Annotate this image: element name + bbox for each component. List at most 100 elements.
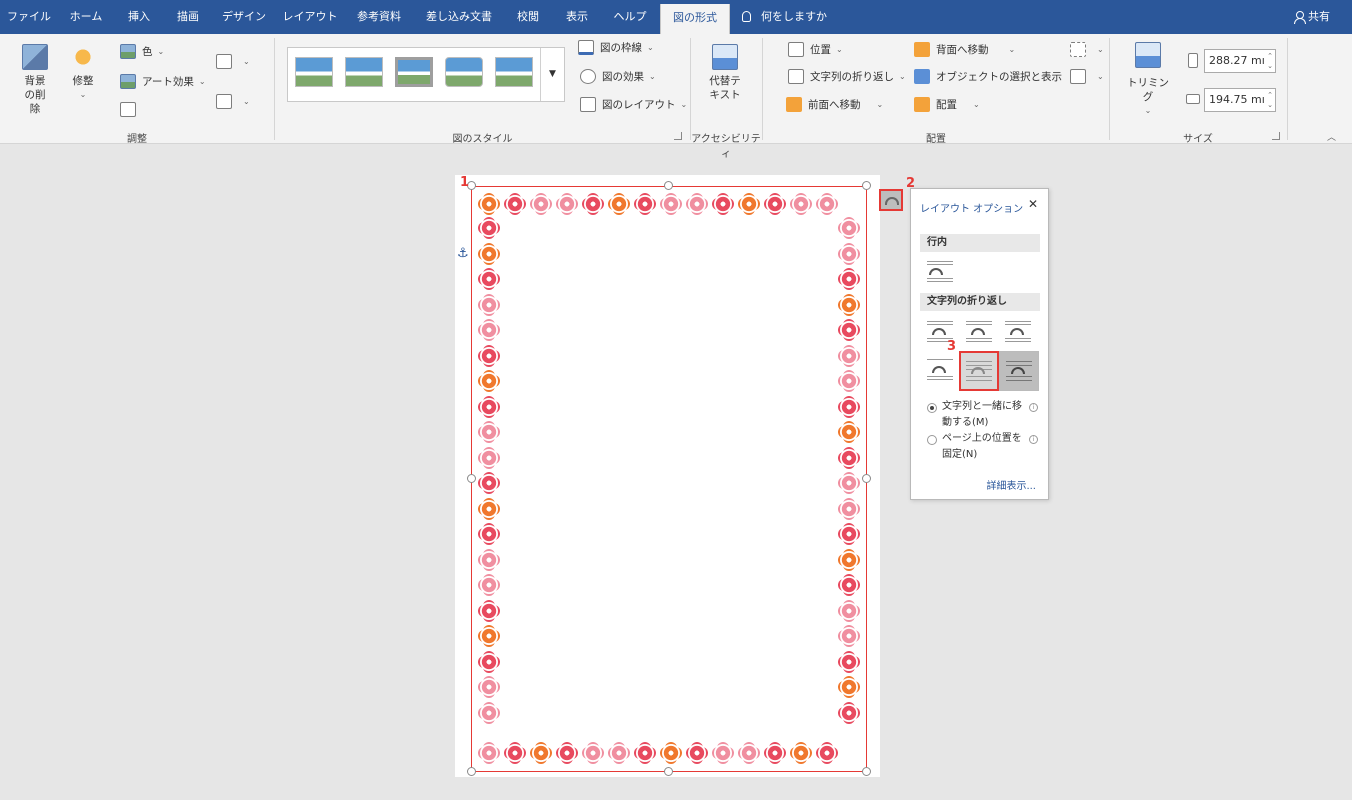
behind-text-icon xyxy=(966,358,992,384)
top-bottom-wrap-icon[interactable] xyxy=(927,357,953,383)
align-button[interactable]: 配置 ⌄ xyxy=(914,97,980,112)
crop-icon xyxy=(1135,42,1161,68)
inline-section-header: 行内 xyxy=(920,234,1040,252)
selected-picture-frame[interactable] xyxy=(471,186,867,772)
tab-design[interactable]: デザイン xyxy=(216,0,272,34)
style-thumb-2[interactable] xyxy=(345,57,383,87)
rotate-button[interactable]: ⌄ xyxy=(1070,69,1104,84)
sun-icon xyxy=(70,44,96,70)
move-with-text-radio[interactable] xyxy=(927,403,937,413)
through-wrap-icon[interactable] xyxy=(1005,319,1031,345)
person-icon xyxy=(1294,11,1306,24)
group-separator xyxy=(1287,38,1288,140)
step-number-1: 1 xyxy=(460,175,470,190)
tab-draw[interactable]: 描画 xyxy=(166,0,210,34)
height-spinner[interactable]: ⌃ ⌄ xyxy=(1267,51,1273,71)
resize-handle-bottom[interactable] xyxy=(664,767,673,776)
style-thumb-1[interactable] xyxy=(295,57,333,87)
tab-help[interactable]: ヘルプ xyxy=(606,0,654,34)
tab-references[interactable]: 参考資料 xyxy=(348,0,410,34)
tab-home[interactable]: ホーム xyxy=(60,0,112,34)
style-thumb-5[interactable] xyxy=(495,57,533,87)
selection-pane-icon xyxy=(914,69,930,84)
picture-styles-launcher-icon[interactable] xyxy=(674,132,682,140)
align-icon xyxy=(914,97,930,112)
reset-picture-button[interactable]: ⌄ xyxy=(216,94,250,109)
wrap-section-header: 文字列の折り返し xyxy=(920,293,1040,311)
close-icon[interactable]: ✕ xyxy=(1028,197,1038,211)
remove-background-button[interactable]: 背景の削除 xyxy=(14,44,56,116)
picture-color-icon xyxy=(120,44,136,59)
ribbon-tab-bar: ファイル ホーム 挿入 描画 デザイン レイアウト 参考資料 差し込み文書 校閲… xyxy=(0,0,1352,34)
style-thumb-4[interactable] xyxy=(445,57,483,87)
lightbulb-icon xyxy=(742,11,751,22)
compress-pictures-button[interactable]: ⌄ xyxy=(216,54,250,69)
see-more-link[interactable]: 詳細表示... xyxy=(986,477,1036,492)
info-icon[interactable]: i xyxy=(1029,435,1038,444)
position-button[interactable]: 位置 ⌄ xyxy=(788,42,843,57)
crop-button[interactable]: トリミング ⌄ xyxy=(1122,42,1174,118)
group-label-picture-styles: 図のスタイル xyxy=(452,134,513,145)
anchor-icon: ⚓ xyxy=(457,246,469,261)
fix-position-radio[interactable] xyxy=(927,435,937,445)
resize-handle-top-right[interactable] xyxy=(862,181,871,190)
tight-wrap-icon[interactable] xyxy=(966,319,992,345)
resize-handle-right[interactable] xyxy=(862,474,871,483)
layout-options-button[interactable] xyxy=(879,189,903,211)
picture-effects-button[interactable]: 図の効果 ⌄ xyxy=(580,69,656,84)
tell-me-search[interactable]: 何をしますか xyxy=(742,0,827,34)
resize-handle-left[interactable] xyxy=(467,474,476,483)
picture-effects-icon xyxy=(580,69,596,84)
tab-insert[interactable]: 挿入 xyxy=(118,0,160,34)
artistic-effects-button[interactable]: アート効果 ⌄ xyxy=(120,74,206,89)
group-separator xyxy=(274,38,275,140)
reset-picture-icon xyxy=(216,94,232,109)
transparency-icon xyxy=(120,102,136,117)
style-thumb-3[interactable] xyxy=(395,57,433,87)
tab-view[interactable]: 表示 xyxy=(554,0,600,34)
tab-picture-format[interactable]: 図の形式 xyxy=(660,4,730,34)
alt-text-icon xyxy=(712,44,738,70)
group-label-adjust: 調整 xyxy=(127,134,147,145)
send-backward-icon xyxy=(914,42,930,57)
transparency-button[interactable] xyxy=(120,102,142,117)
in-front-of-text-wrap-option[interactable] xyxy=(999,351,1039,391)
resize-handle-bottom-left[interactable] xyxy=(467,767,476,776)
resize-handle-top[interactable] xyxy=(664,181,673,190)
group-label-accessibility: アクセシビリティ xyxy=(691,134,761,160)
send-backward-button[interactable]: 背面へ移動 ⌄ xyxy=(914,42,1015,57)
bring-forward-icon xyxy=(786,97,802,112)
share-button[interactable]: 共有 xyxy=(1294,0,1330,34)
wrap-text-button[interactable]: 文字列の折り返し ⌄ xyxy=(788,69,906,84)
tab-layout[interactable]: レイアウト xyxy=(278,0,342,34)
fix-position-label: ページ上の位置を固定(N) xyxy=(942,433,1022,460)
tab-mailings[interactable]: 差し込み文書 xyxy=(416,0,502,34)
group-button[interactable]: ⌄ xyxy=(1070,42,1104,57)
info-icon[interactable]: i xyxy=(1029,403,1038,412)
move-with-text-label: 文字列と一緒に移動する(M) xyxy=(942,401,1022,428)
size-launcher-icon[interactable] xyxy=(1272,132,1280,140)
tab-review[interactable]: 校閲 xyxy=(508,0,548,34)
rotate-icon xyxy=(1070,69,1086,84)
position-icon xyxy=(788,42,804,57)
picture-layout-button[interactable]: 図のレイアウト ⌄ xyxy=(580,97,687,112)
width-input[interactable]: 194.75 mı ⌃ ⌄ xyxy=(1204,88,1276,112)
height-input[interactable]: 288.27 mı ⌃ ⌄ xyxy=(1204,49,1276,73)
resize-handle-bottom-right[interactable] xyxy=(862,767,871,776)
width-spinner[interactable]: ⌃ ⌄ xyxy=(1267,90,1273,110)
layout-options-panel: レイアウト オプション ✕ 行内 文字列の折り返し 3 文字列と一緒に移動する(… xyxy=(910,188,1049,500)
group-separator xyxy=(1109,38,1110,140)
color-button[interactable]: 色 ⌄ xyxy=(120,44,164,59)
picture-styles-gallery[interactable]: ▼ xyxy=(287,47,565,102)
bring-forward-button[interactable]: 前面へ移動 ⌄ xyxy=(786,97,883,112)
inline-with-text-icon[interactable] xyxy=(927,259,953,285)
gallery-more-button[interactable]: ▼ xyxy=(540,48,564,101)
tab-file[interactable]: ファイル xyxy=(4,0,54,34)
behind-text-wrap-option[interactable] xyxy=(959,351,999,391)
collapse-ribbon-icon[interactable]: ︿ xyxy=(1327,130,1336,143)
selection-pane-button[interactable]: オブジェクトの選択と表示 xyxy=(914,69,1062,84)
alt-text-button[interactable]: 代替テキスト xyxy=(700,44,750,102)
corrections-button[interactable]: 修整 ⌄ xyxy=(64,44,102,102)
picture-border-button[interactable]: 図の枠線 ⌄ xyxy=(578,40,654,55)
remove-background-icon xyxy=(22,44,48,70)
